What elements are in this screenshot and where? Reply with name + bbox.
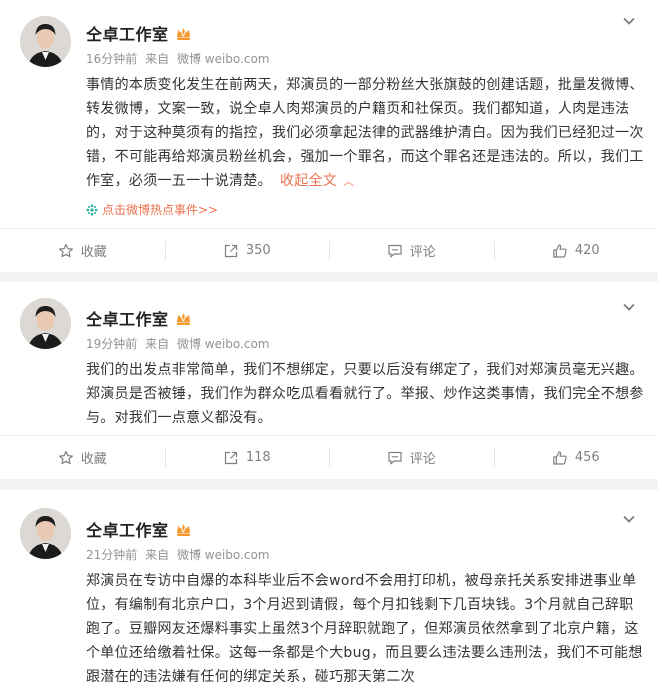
like-button[interactable]: 456 <box>493 436 658 479</box>
svg-text:V: V <box>181 317 185 323</box>
comment-label: 评论 <box>409 245 436 260</box>
comment-label: 评论 <box>409 452 436 467</box>
author-name[interactable]: 仝卓工作室 V <box>86 306 192 330</box>
post-time[interactable]: 19分钟前 <box>86 337 137 351</box>
thumbs-up-icon <box>553 450 567 465</box>
source-prefix: 来自 <box>145 548 170 562</box>
author-name[interactable]: 仝卓工作室 V <box>86 21 192 45</box>
post-time[interactable]: 16分钟前 <box>86 52 137 66</box>
like-button[interactable]: 420 <box>493 229 658 272</box>
post-text: 郑演员在专访中自爆的本科毕业后不会word不会用打印机，被母亲托关系安排进事业单… <box>86 569 646 682</box>
post-text: 我们的出发点非常简单，我们不想绑定，只要以后没有绑定了，我们对郑演员毫无兴趣。郑… <box>86 358 646 430</box>
avatar[interactable] <box>20 298 71 349</box>
vip-crown-icon: V <box>176 523 190 536</box>
post-time[interactable]: 21分钟前 <box>86 548 137 562</box>
chevron-down-icon[interactable] <box>622 14 636 28</box>
chevron-down-icon[interactable] <box>622 512 636 526</box>
avatar[interactable] <box>20 16 71 67</box>
post-text-body: 我们的出发点非常简单，我们不想绑定，只要以后没有绑定了，我们对郑演员毫无兴趣。郑… <box>86 362 644 426</box>
post-source[interactable]: 微博 weibo.com <box>177 548 270 562</box>
weibo-post-card: 仝卓工作室 V 16分钟前 来自 微博 weibo.com 事情的本质变化发生在… <box>0 0 658 272</box>
hot-event-label: 点击微博热点事件>> <box>102 203 219 217</box>
repost-button[interactable]: 350 <box>164 229 330 272</box>
weibo-post-card: 仝卓工作室 V 19分钟前 来自 微博 weibo.com 我们的出发点非常简单… <box>0 282 658 479</box>
chevron-down-icon[interactable] <box>622 300 636 314</box>
comment-button[interactable]: 评论 <box>329 229 494 272</box>
repost-count: 118 <box>245 450 271 465</box>
vip-crown-icon: V <box>176 27 190 40</box>
comment-icon <box>388 451 402 464</box>
favorite-button[interactable]: 收藏 <box>0 229 165 272</box>
like-count: 456 <box>574 450 600 465</box>
post-source[interactable]: 微博 weibo.com <box>177 337 270 351</box>
post-text: 事情的本质变化发生在前两天，郑演员的一部分粉丝大张旗鼓的创建话题，批量发微博、转… <box>86 73 646 194</box>
post-source[interactable]: 微博 weibo.com <box>177 52 270 66</box>
author-name-text: 仝卓工作室 <box>86 25 169 44</box>
svg-text:V: V <box>181 528 185 534</box>
repost-count: 350 <box>245 243 271 258</box>
post-actions: 收藏 118 评论 456 <box>0 435 658 479</box>
favorite-button[interactable]: 收藏 <box>0 436 165 479</box>
repost-icon <box>224 244 237 257</box>
repost-button[interactable]: 118 <box>164 436 330 479</box>
comment-button[interactable]: 评论 <box>329 436 494 479</box>
favorite-label: 收藏 <box>80 452 107 467</box>
comment-icon <box>388 244 402 257</box>
hot-event-link[interactable]: 点击微博热点事件>> <box>86 201 218 218</box>
collapse-text-link[interactable]: 收起全文 ︿ <box>280 173 355 189</box>
thumbs-up-icon <box>553 243 567 258</box>
svg-text:V: V <box>181 32 185 38</box>
avatar[interactable] <box>20 508 71 559</box>
vip-crown-icon: V <box>176 312 190 325</box>
post-text-body: 事情的本质变化发生在前两天，郑演员的一部分粉丝大张旗鼓的创建话题，批量发微博、转… <box>86 77 644 189</box>
star-icon <box>58 450 73 464</box>
source-prefix: 来自 <box>145 337 170 351</box>
favorite-label: 收藏 <box>80 245 107 260</box>
post-meta: 16分钟前 来自 微博 weibo.com <box>86 50 274 67</box>
post-meta: 21分钟前 来自 微博 weibo.com <box>86 546 274 563</box>
collapse-label: 收起全文 <box>279 173 338 189</box>
weibo-feed: 仝卓工作室 V 16分钟前 来自 微博 weibo.com 事情的本质变化发生在… <box>0 0 658 682</box>
author-name[interactable]: 仝卓工作室 V <box>86 517 192 541</box>
post-meta: 19分钟前 来自 微博 weibo.com <box>86 335 274 352</box>
repost-icon <box>224 451 237 464</box>
post-text-body: 郑演员在专访中自爆的本科毕业后不会word不会用打印机，被母亲托关系安排进事业单… <box>86 573 643 682</box>
author-name-text: 仝卓工作室 <box>86 521 169 540</box>
star-icon <box>58 243 73 257</box>
hot-event-icon <box>86 204 98 215</box>
like-count: 420 <box>574 243 600 258</box>
source-prefix: 来自 <box>145 52 170 66</box>
author-name-text: 仝卓工作室 <box>86 310 169 329</box>
chevron-up-icon: ︿ <box>343 175 355 188</box>
post-actions: 收藏 350 评论 420 <box>0 228 658 272</box>
weibo-post-card: 仝卓工作室 V 21分钟前 来自 微博 weibo.com 郑演员在专访中自爆的… <box>0 490 658 682</box>
